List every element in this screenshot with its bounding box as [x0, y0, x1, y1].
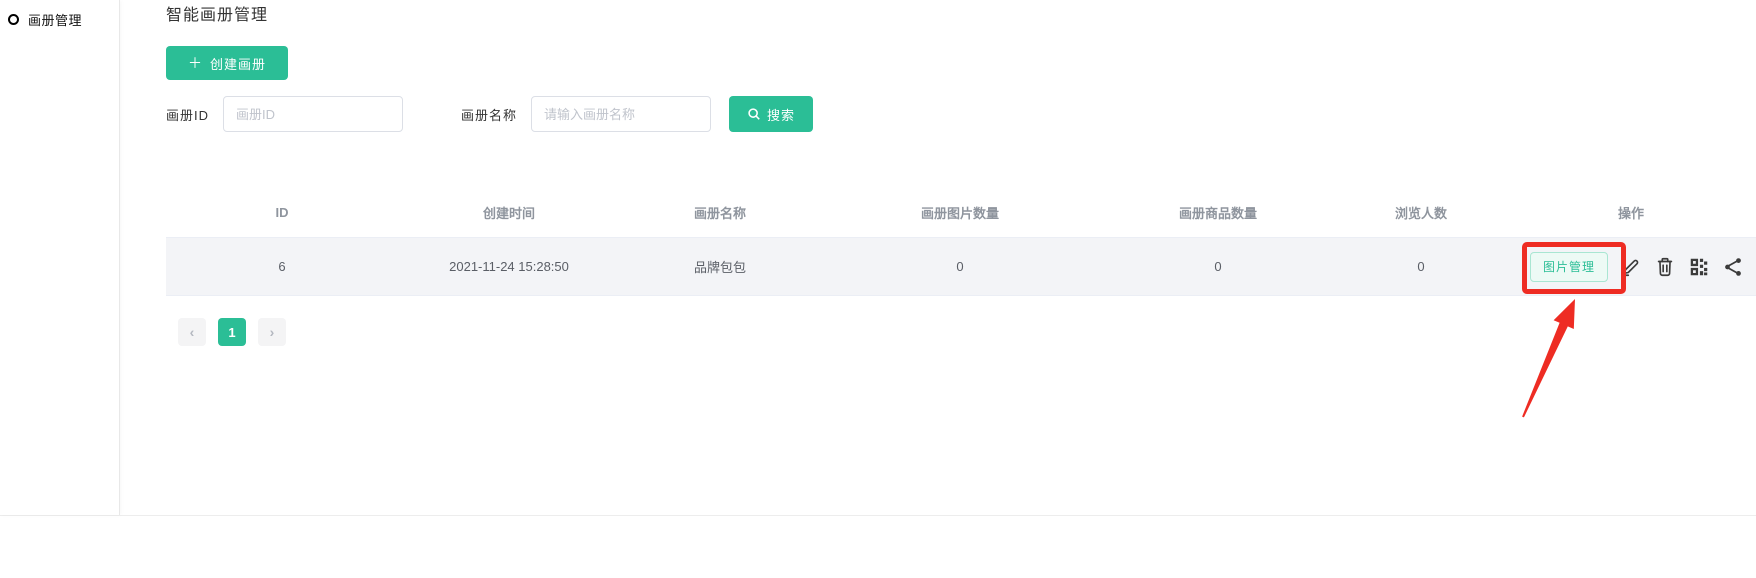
circle-outline-icon: [8, 14, 19, 25]
next-page-button[interactable]: ›: [258, 318, 286, 346]
cell-product-count: 0: [1100, 259, 1336, 274]
image-manage-button[interactable]: 图片管理: [1530, 252, 1608, 282]
plus-icon: ＋: [188, 53, 203, 73]
prev-page-button[interactable]: ‹: [178, 318, 206, 346]
create-album-button[interactable]: ＋ 创建画册: [166, 46, 288, 80]
share-icon[interactable]: [1722, 256, 1744, 278]
page-title: 智能画册管理: [166, 4, 1756, 28]
cell-actions: 图片管理: [1506, 252, 1756, 282]
cell-created-at: 2021-11-24 15:28:50: [398, 259, 620, 274]
column-header-views: 浏览人数: [1336, 203, 1506, 222]
table-header-row: ID 创建时间 画册名称 画册图片数量 画册商品数量 浏览人数 操作: [166, 188, 1756, 238]
pagination: ‹ 1 ›: [178, 318, 1756, 346]
album-name-input[interactable]: [531, 96, 711, 132]
delete-trash-icon[interactable]: [1654, 256, 1676, 278]
cell-image-count: 0: [820, 259, 1100, 274]
sidebar-item-label: 画册管理: [28, 10, 82, 29]
filter-bar: 画册ID 画册名称 搜索: [166, 96, 1756, 132]
main-content: 智能画册管理 ＋ 创建画册 画册ID 画册名称 搜索 ID 创建时间: [120, 0, 1756, 515]
album-name-label: 画册名称: [461, 105, 517, 124]
search-label: 搜索: [767, 105, 795, 124]
cell-album-name: 品牌包包: [620, 257, 820, 276]
edit-pencil-icon[interactable]: [1620, 256, 1642, 278]
column-header-image-count: 画册图片数量: [820, 203, 1100, 222]
column-header-created: 创建时间: [398, 203, 620, 222]
column-header-actions: 操作: [1506, 203, 1756, 222]
cell-view-count: 0: [1336, 259, 1506, 274]
sidebar: 画册管理: [0, 0, 120, 515]
column-header-name: 画册名称: [620, 203, 820, 222]
album-id-label: 画册ID: [166, 105, 209, 124]
sidebar-item-album-management[interactable]: 画册管理: [8, 8, 111, 31]
column-header-product-count: 画册商品数量: [1100, 203, 1336, 222]
albums-table: ID 创建时间 画册名称 画册图片数量 画册商品数量 浏览人数 操作 6 202…: [166, 188, 1756, 296]
album-id-input[interactable]: [223, 96, 403, 132]
current-page-button[interactable]: 1: [218, 318, 246, 346]
app-container: 画册管理 智能画册管理 ＋ 创建画册 画册ID 画册名称 搜索 I: [0, 0, 1756, 516]
search-button[interactable]: 搜索: [729, 96, 813, 132]
qr-code-icon[interactable]: [1688, 256, 1710, 278]
table-row: 6 2021-11-24 15:28:50 品牌包包 0 0 0 图片管理: [166, 238, 1756, 296]
create-album-label: 创建画册: [210, 54, 266, 73]
cell-id: 6: [166, 259, 398, 274]
column-header-id: ID: [166, 205, 398, 220]
magnifier-icon: [747, 107, 761, 121]
